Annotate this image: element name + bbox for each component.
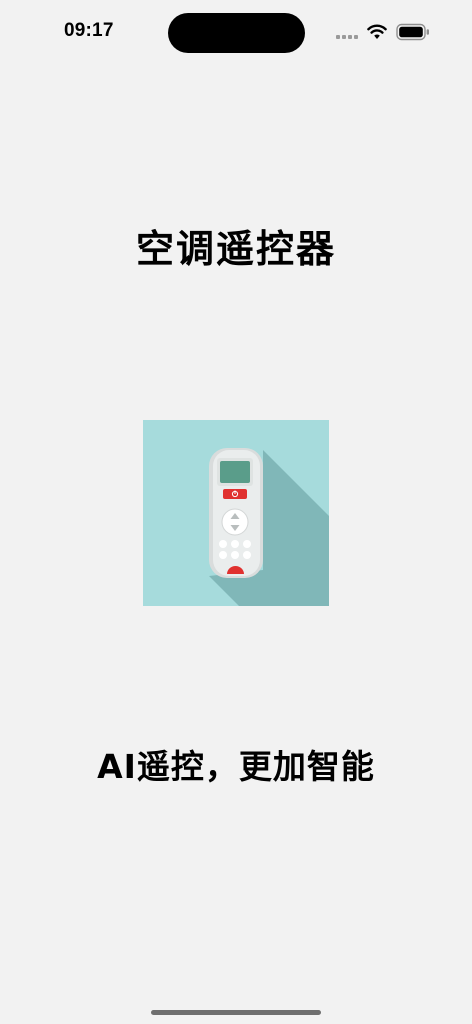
splash-screen: 09:17 空调遥控器 AI遥控，更加智能: [0, 0, 472, 1024]
air-conditioner-remote-icon: [143, 420, 329, 606]
status-time: 09:17: [64, 20, 114, 41]
wifi-icon: [367, 24, 387, 39]
cellular-signal-icon: [336, 35, 360, 41]
home-indicator[interactable]: [151, 1010, 321, 1015]
slogan: AI遥控，更加智能: [97, 747, 375, 786]
dynamic-island: [168, 13, 305, 53]
app-title: 空调遥控器: [135, 227, 336, 271]
battery-icon: [396, 23, 429, 41]
